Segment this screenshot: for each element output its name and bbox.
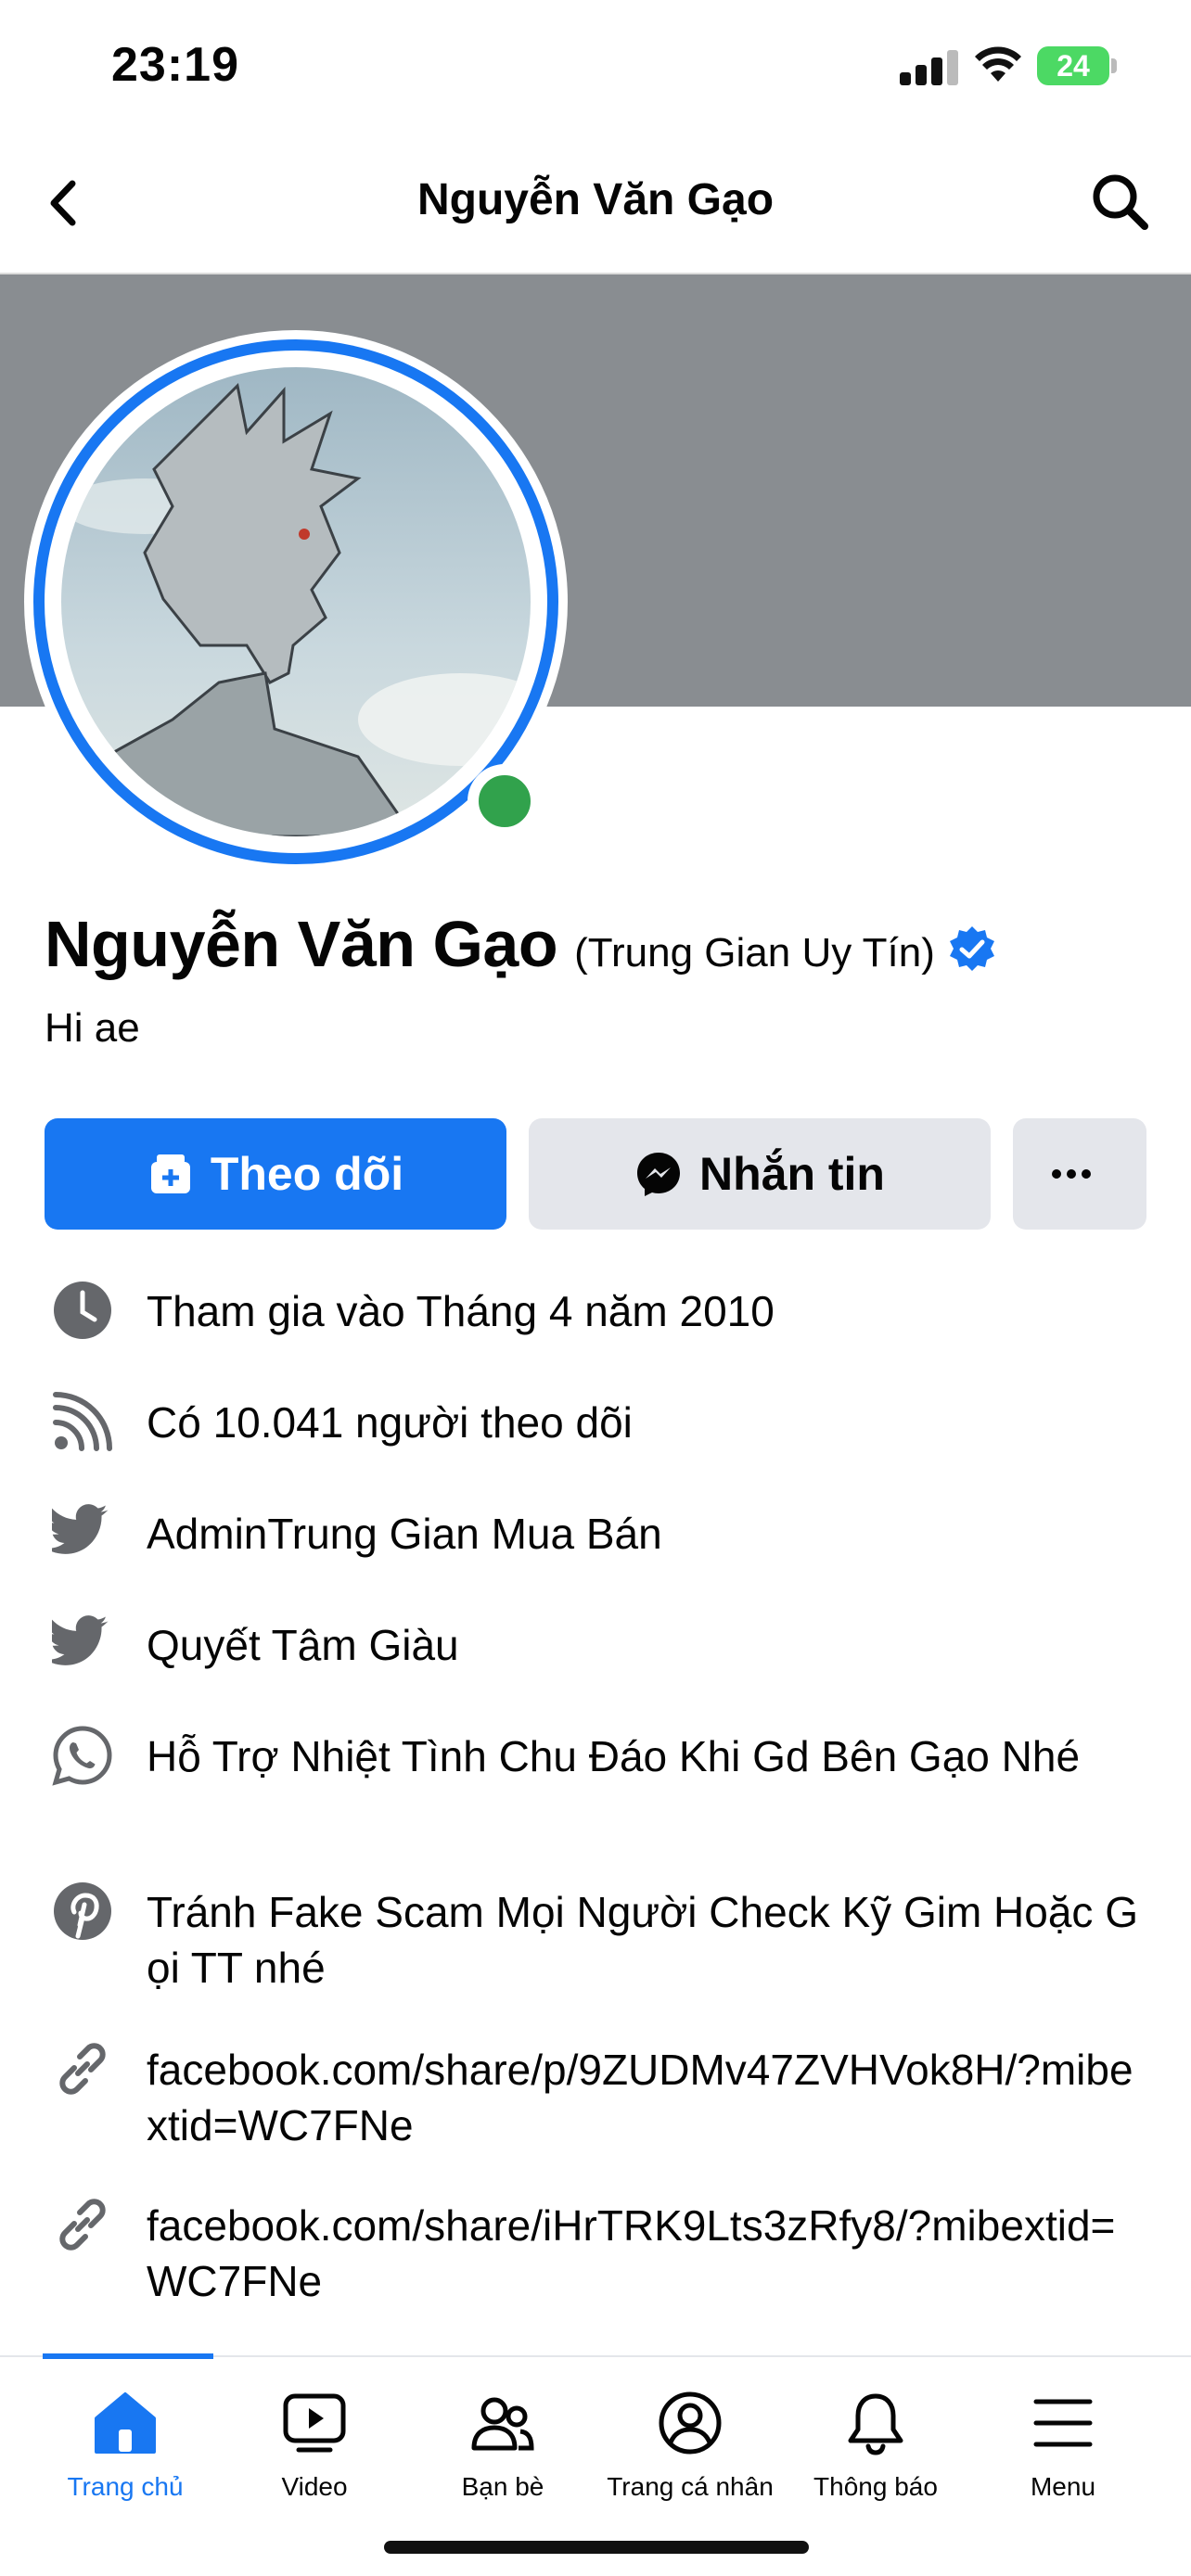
nav-tab-home[interactable]: Trang chủ bbox=[31, 2357, 220, 2524]
profile-bio: Hi ae bbox=[45, 1005, 140, 1051]
search-icon[interactable] bbox=[1087, 169, 1154, 236]
battery-cap bbox=[1111, 58, 1117, 73]
avatar[interactable] bbox=[24, 330, 568, 874]
message-button[interactable]: Nhắn tin bbox=[529, 1118, 991, 1230]
intro-text: Hỗ Trợ Nhiệt Tình Chu Đáo Khi Gd Bên Gạo… bbox=[147, 1732, 1081, 1780]
nav-tab-menu[interactable]: Menu bbox=[968, 2357, 1158, 2524]
home-indicator[interactable] bbox=[384, 2541, 809, 2554]
profile-name: Nguyễn Văn Gạo bbox=[45, 908, 558, 980]
verified-badge-icon[interactable] bbox=[948, 925, 996, 973]
cellular-signal-icon bbox=[900, 48, 959, 85]
status-time: 23:19 bbox=[111, 38, 239, 92]
messenger-icon bbox=[637, 1153, 680, 1196]
menu-icon bbox=[1033, 2399, 1093, 2447]
battery-icon: 24 bbox=[1037, 46, 1109, 85]
profile-actions: Theo dõi Nhắn tin bbox=[45, 1118, 1146, 1230]
intro-text: Tránh Fake Scam Mọi Người Check Kỹ Gim H… bbox=[147, 1888, 1138, 1992]
intro-text: Quyết Tâm Giàu bbox=[147, 1621, 459, 1669]
profile-icon bbox=[659, 2391, 722, 2455]
follow-button[interactable]: Theo dõi bbox=[45, 1118, 506, 1230]
nav-tab-notifications[interactable]: Thông báo bbox=[781, 2357, 970, 2524]
profile-name-row: Nguyễn Văn Gạo (Trung Gian Uy Tín) bbox=[45, 907, 1158, 990]
wifi-icon bbox=[975, 46, 1021, 82]
nav-label: Bạn bè bbox=[461, 2472, 544, 2501]
status-bar: 23:19 24 bbox=[0, 0, 1191, 130]
profile-alternate-name: (Trung Gian Uy Tín) bbox=[574, 930, 935, 976]
nav-label: Menu bbox=[1030, 2472, 1096, 2501]
more-options-button[interactable] bbox=[1013, 1118, 1146, 1230]
intro-text: AdminTrung Gian Mua Bán bbox=[147, 1510, 662, 1558]
profile-header: Nguyễn Văn Gạo bbox=[0, 130, 1191, 274]
intro-link-text[interactable]: facebook.com/share/iHrTRK9Lts3zRfy8/?mib… bbox=[147, 2198, 1148, 2309]
link-icon bbox=[59, 2043, 106, 2095]
bell-icon bbox=[848, 2393, 903, 2455]
video-icon bbox=[283, 2393, 346, 2453]
nav-label: Trang cá nhân bbox=[607, 2472, 774, 2501]
intro-link-text[interactable]: facebook.com/share/p/9ZUDMv47ZVHVok8H/?m… bbox=[147, 2042, 1148, 2153]
pinterest-icon bbox=[54, 1882, 111, 1940]
intro-text: Có 10.041 người theo dõi bbox=[147, 1398, 633, 1447]
page-title: Nguyễn Văn Gạo bbox=[416, 175, 775, 224]
follow-button-label: Theo dõi bbox=[210, 1148, 404, 1200]
online-status-indicator bbox=[467, 764, 542, 838]
nav-tab-friends[interactable]: Bạn bè bbox=[408, 2357, 597, 2524]
link-icon bbox=[59, 2199, 106, 2251]
more-dots-icon bbox=[1052, 1169, 1091, 1179]
nav-tab-profile[interactable]: Trang cá nhân bbox=[596, 2357, 785, 2524]
home-icon bbox=[95, 2392, 156, 2454]
twitter-icon bbox=[52, 1504, 109, 1554]
nav-label: Video bbox=[281, 2472, 348, 2501]
nav-label: Thông báo bbox=[813, 2472, 938, 2501]
nav-tab-video[interactable]: Video bbox=[220, 2357, 409, 2524]
avatar-image bbox=[61, 367, 531, 836]
nav-label: Trang chủ bbox=[67, 2472, 184, 2501]
intro-text: Tham gia vào Tháng 4 năm 2010 bbox=[147, 1287, 775, 1335]
clock-icon bbox=[54, 1282, 111, 1339]
message-button-label: Nhắn tin bbox=[699, 1148, 885, 1200]
rss-icon bbox=[53, 1392, 112, 1451]
friends-icon bbox=[471, 2397, 534, 2451]
whatsapp-icon bbox=[52, 1726, 112, 1786]
follow-icon bbox=[150, 1154, 190, 1193]
twitter-icon bbox=[52, 1615, 109, 1665]
